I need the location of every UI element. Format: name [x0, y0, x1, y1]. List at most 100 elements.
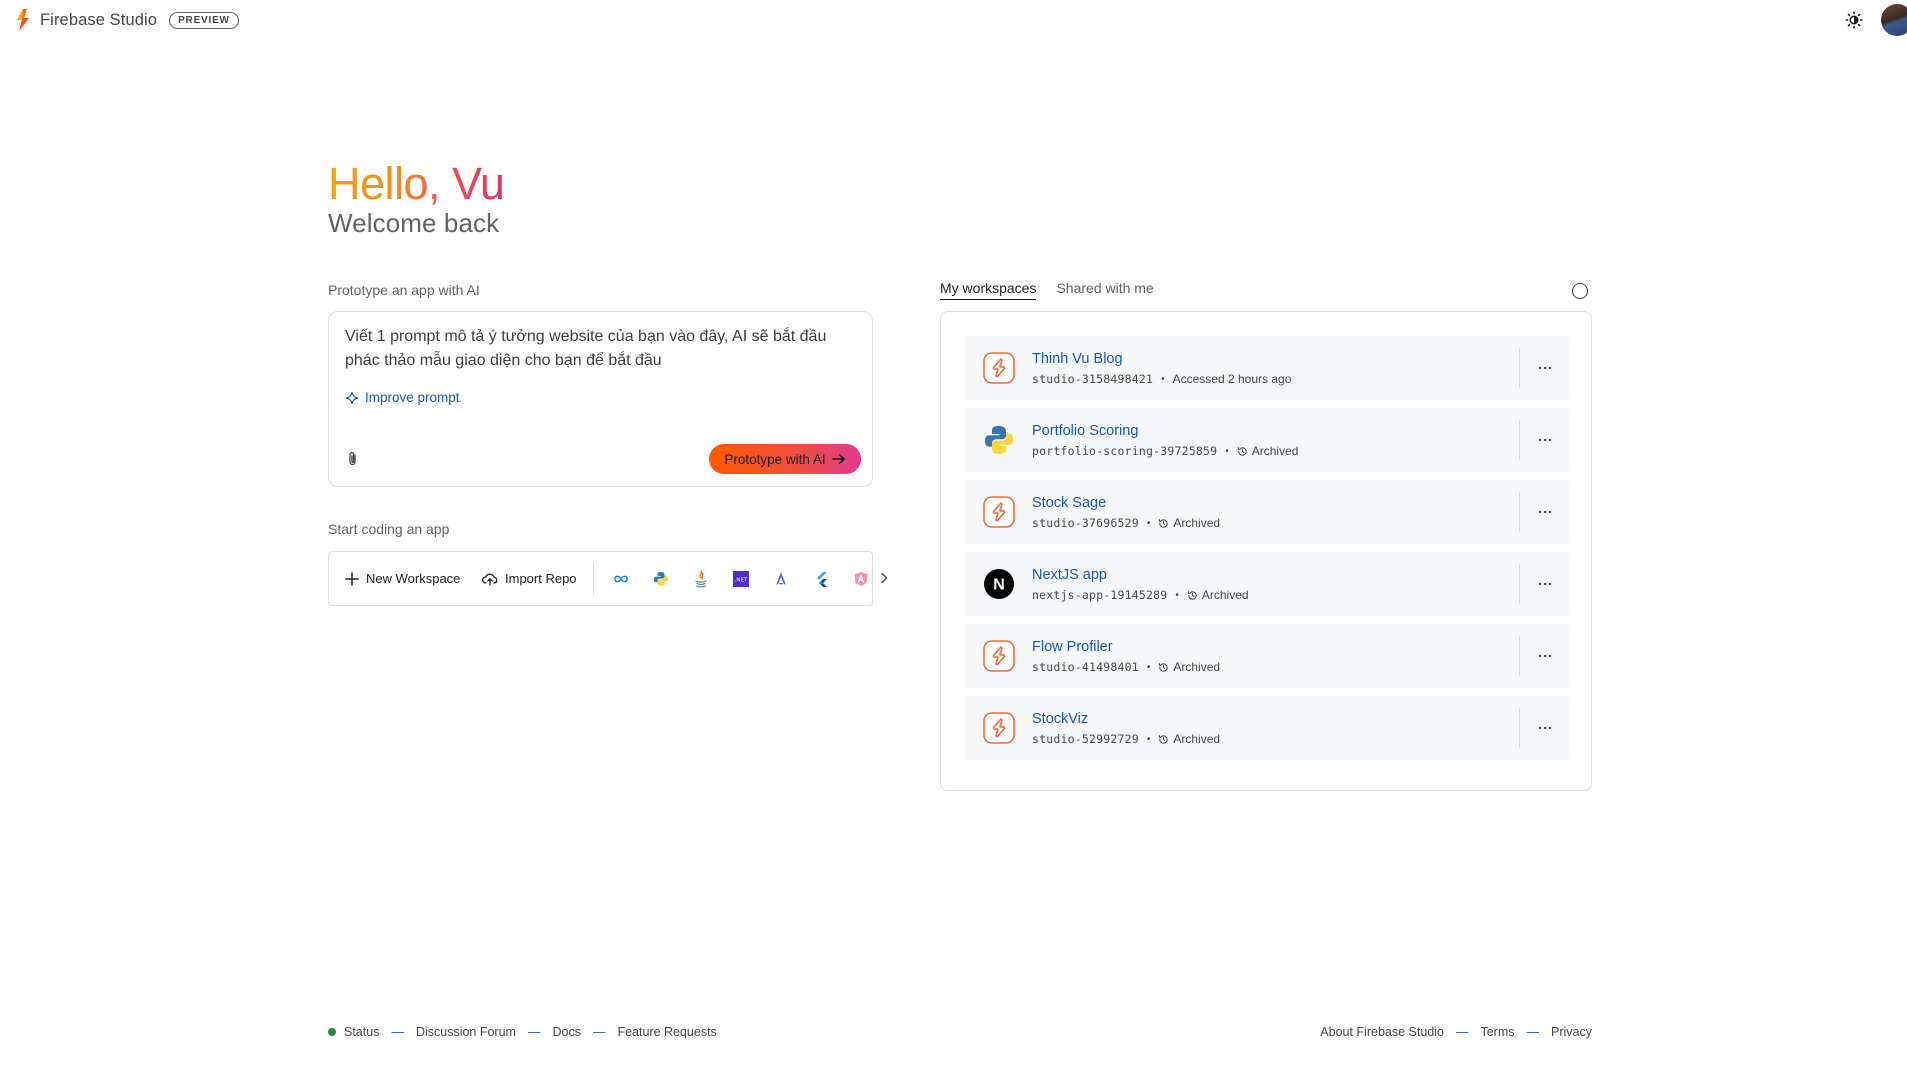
footer-separator: — — [527, 1025, 541, 1039]
workspace-row[interactable]: Portfolio Scoring portfolio-scoring-39725… — [965, 408, 1569, 472]
workspace-status: Archived — [1158, 660, 1220, 674]
more-options-button[interactable] — [1531, 428, 1559, 452]
workspace-name[interactable]: Flow Profiler — [1032, 639, 1113, 655]
workspace-row[interactable]: Flow Profiler studio-41498401 • Archived — [965, 624, 1569, 688]
workspace-meta: portfolio-scoring-39725859 • Archived — [1032, 444, 1298, 458]
more-options-button[interactable] — [1531, 644, 1559, 668]
footer-link-terms[interactable]: Terms — [1480, 1025, 1514, 1039]
footer-link-discussion-forum[interactable]: Discussion Forum — [416, 1025, 516, 1039]
user-avatar[interactable] — [1881, 4, 1907, 36]
history-icon — [1159, 518, 1168, 528]
refresh-circle-icon[interactable] — [1572, 283, 1588, 299]
history-icon — [1159, 662, 1168, 672]
infinity-icon[interactable] — [611, 569, 631, 589]
dotnet-icon[interactable]: .NET — [731, 569, 751, 589]
brand[interactable]: Firebase Studio PREVIEW — [14, 8, 239, 32]
workspace-name[interactable]: StockViz — [1032, 711, 1088, 727]
workspace-status: Accessed 2 hours ago — [1173, 372, 1292, 386]
workspace-meta: studio-41498401 • Archived — [1032, 660, 1220, 674]
import-repo-button[interactable]: Import Repo — [482, 552, 577, 605]
workspace-status-text: Accessed 2 hours ago — [1172, 372, 1292, 386]
meta-dot: • — [1146, 733, 1151, 745]
workspace-status-text: Archived — [1251, 444, 1299, 458]
workspace-row[interactable]: Thinh Vu Blog studio-3158498421 • Accessed … — [965, 336, 1569, 400]
workspace-status: Archived — [1237, 444, 1299, 458]
workspace-name[interactable]: Portfolio Scoring — [1032, 423, 1138, 439]
workspace-id: portfolio-scoring-39725859 — [1032, 444, 1218, 458]
cloud-upload-icon — [482, 573, 498, 586]
workspace-row[interactable]: StockViz studio-52992729 • Archived — [965, 696, 1569, 760]
astro-icon[interactable] — [771, 569, 791, 589]
prompt-input[interactable]: Viết 1 prompt mô tả ý tưởng website của … — [345, 325, 845, 373]
footer-link-status[interactable]: Status — [344, 1025, 379, 1039]
workspace-list-panel: Thinh Vu Blog studio-3158498421 • Accessed … — [940, 311, 1592, 791]
meta-dot: • — [1146, 517, 1151, 529]
prompt-box[interactable]: Viết 1 prompt mô tả ý tưởng website của … — [328, 311, 873, 487]
new-workspace-label: New Workspace — [366, 571, 461, 586]
improve-prompt-button[interactable]: Improve prompt — [345, 390, 460, 405]
history-icon — [1237, 446, 1247, 456]
sparkle-icon — [346, 391, 358, 404]
more-options-button[interactable] — [1531, 716, 1559, 740]
python-icon — [983, 424, 1015, 456]
workspace-tabs: My workspaces Shared with me — [940, 280, 1154, 300]
workspace-name[interactable]: Thinh Vu Blog — [1032, 351, 1123, 367]
attach-button[interactable] — [343, 449, 363, 469]
python-icon[interactable] — [651, 569, 671, 589]
meta-dot: • — [1161, 373, 1165, 385]
sun-icon — [1845, 11, 1863, 29]
nextjs-letter: N — [993, 577, 1005, 594]
row-divider — [1519, 348, 1520, 388]
workspace-status-text: Archived — [1173, 732, 1221, 746]
workspace-status: Archived — [1158, 732, 1220, 746]
tab-my-workspaces[interactable]: My workspaces — [940, 280, 1037, 300]
footer-link-privacy[interactable]: Privacy — [1551, 1025, 1592, 1039]
templates-next-button[interactable] — [874, 568, 894, 588]
flutter-icon[interactable] — [811, 569, 831, 589]
angular-icon[interactable] — [851, 569, 871, 589]
workspace-meta: nextjs-app-19145289 • Archived — [1032, 588, 1249, 602]
new-workspace-button[interactable]: New Workspace — [345, 552, 460, 605]
row-divider — [1519, 420, 1520, 460]
arrow-right-icon — [831, 454, 845, 464]
coding-section-label: Start coding an app — [328, 521, 450, 537]
workspace-row[interactable]: Stock Sage studio-37696529 • Archived — [965, 480, 1569, 544]
tab-shared-with-me[interactable]: Shared with me — [1056, 280, 1153, 300]
chevron-right-icon — [881, 572, 888, 584]
studio-icon — [983, 640, 1015, 672]
more-horizontal-icon — [1538, 366, 1552, 370]
more-options-button[interactable] — [1531, 572, 1559, 596]
meta-dot: • — [1175, 589, 1179, 601]
plus-icon — [345, 571, 359, 586]
footer-left-links: Status — Discussion Forum — Docs — Featu… — [328, 1025, 717, 1039]
footer-link-about[interactable]: About Firebase Studio — [1320, 1025, 1444, 1039]
history-icon — [1187, 590, 1197, 600]
status-dot-icon — [328, 1028, 336, 1036]
workspace-name[interactable]: NextJS app — [1032, 567, 1107, 583]
workspace-meta: studio-52992729 • Archived — [1032, 732, 1220, 746]
more-options-button[interactable] — [1531, 500, 1559, 524]
workspace-id: studio-3158498421 — [1032, 372, 1154, 386]
workspace-name[interactable]: Stock Sage — [1032, 495, 1106, 511]
toolbar-divider — [593, 563, 594, 595]
java-icon[interactable] — [691, 569, 711, 589]
footer-link-feature-requests[interactable]: Feature Requests — [617, 1025, 716, 1039]
prototype-section-label: Prototype an app with AI — [328, 282, 480, 298]
workspace-id: studio-37696529 — [1032, 516, 1139, 530]
prototype-with-ai-button[interactable]: Prototype with AI — [709, 444, 861, 474]
meta-dot: • — [1225, 445, 1229, 457]
meta-dot: • — [1146, 661, 1151, 673]
theme-toggle-button[interactable] — [1843, 9, 1865, 31]
footer-separator: — — [1526, 1025, 1540, 1039]
studio-icon — [983, 496, 1015, 528]
workspace-row[interactable]: N NextJS app nextjs-app-19145289 • Archived — [965, 552, 1569, 616]
history-icon — [1159, 734, 1168, 744]
row-divider — [1519, 492, 1520, 532]
studio-icon — [983, 352, 1015, 384]
footer-link-docs[interactable]: Docs — [552, 1025, 580, 1039]
workspace-id: studio-52992729 — [1032, 732, 1139, 746]
footer-separator: — — [592, 1025, 606, 1039]
footer-separator: — — [391, 1025, 404, 1039]
more-options-button[interactable] — [1531, 356, 1559, 380]
hello-heading: Hello, Vu — [328, 158, 505, 209]
